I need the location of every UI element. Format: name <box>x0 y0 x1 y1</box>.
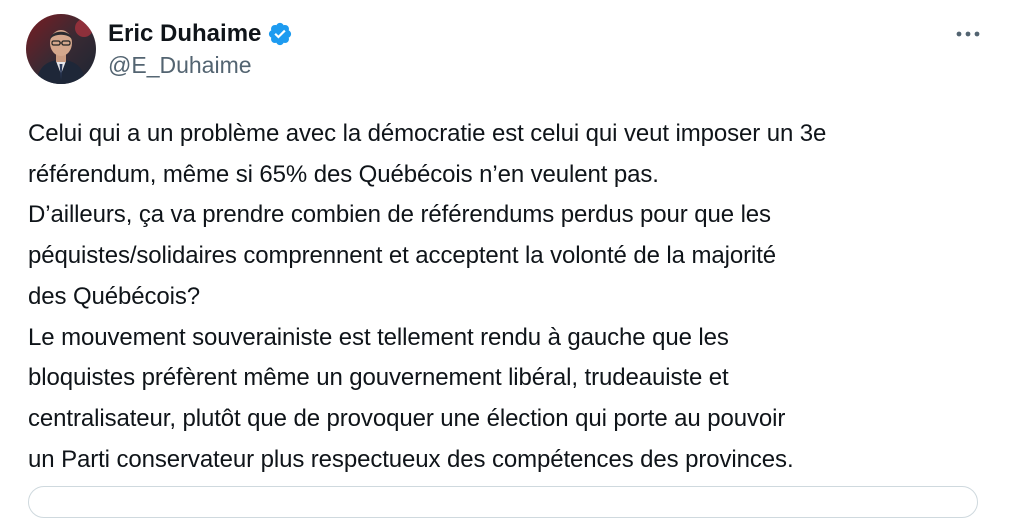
verified-badge-icon[interactable] <box>267 21 293 47</box>
tweet-text-line: péquistes/solidaires comprennent et acce… <box>28 242 777 270</box>
author-display-name[interactable]: Eric Duhaime <box>108 20 261 48</box>
tweet-text-line: un Parti conservateur plus respectueux d… <box>28 445 794 473</box>
tweet-text-line: centralisateur, plutôt que de provoquer … <box>28 404 786 432</box>
tweet-text: Celui qui a un problème avec la démocrat… <box>28 114 998 480</box>
author-handle[interactable]: @E_Duhaime <box>108 52 252 79</box>
tweet-text-line: bloquistes préfèrent même un gouvernemen… <box>28 364 729 392</box>
author-name-row: Eric Duhaime <box>108 18 293 50</box>
more-options-icon[interactable] <box>950 22 986 46</box>
quoted-card[interactable] <box>28 486 978 518</box>
tweet-text-line: des Québécois? <box>28 282 201 310</box>
tweet-text-line: référendum, même si 65% des Québécois n’… <box>28 160 659 188</box>
avatar[interactable] <box>26 14 96 84</box>
tweet-text-line: D’ailleurs, ça va prendre combien de réf… <box>28 201 771 229</box>
avatar-image <box>26 14 96 84</box>
tweet-text-line: Le mouvement souverainiste est tellement… <box>28 323 729 351</box>
tweet-text-line: Celui qui a un problème avec la démocrat… <box>28 120 827 147</box>
tweet: Eric Duhaime @E_Duhaime Celui qui a un p… <box>0 0 1018 518</box>
